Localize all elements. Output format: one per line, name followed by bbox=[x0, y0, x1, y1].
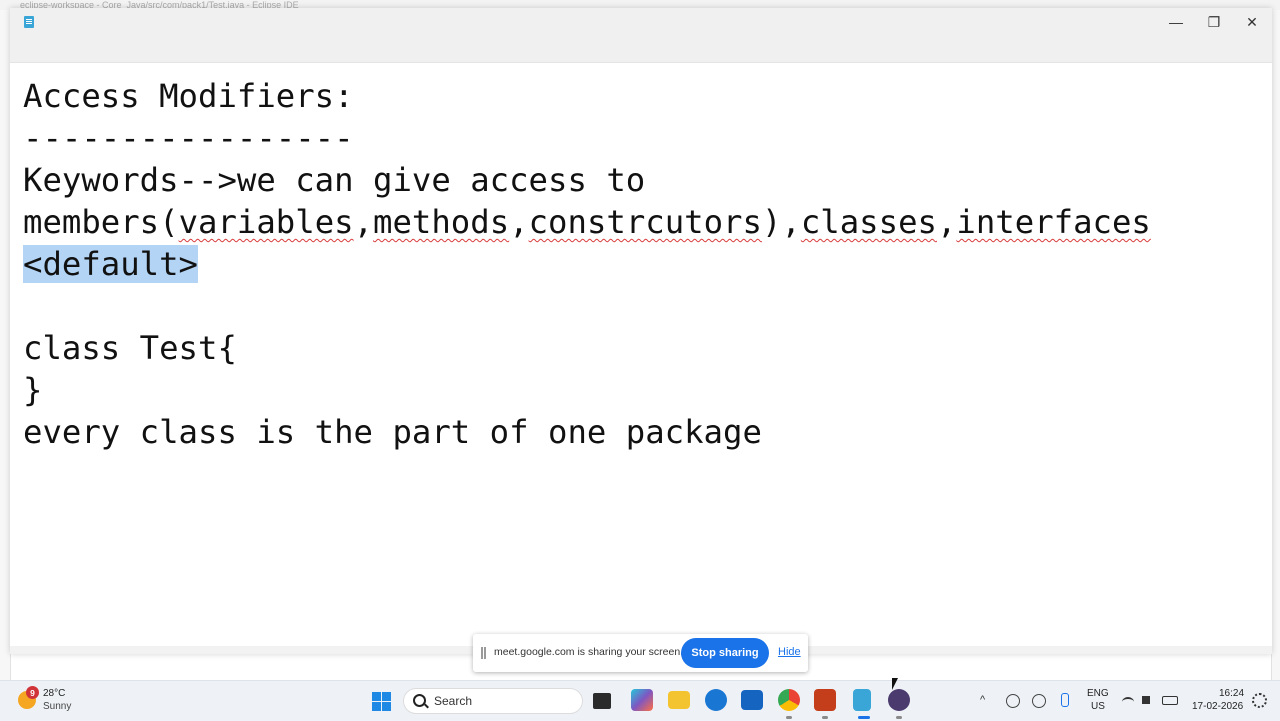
word-constrcutors: constrcutors bbox=[528, 203, 762, 241]
word-members: members bbox=[23, 203, 160, 241]
punct-open-paren: ( bbox=[159, 203, 179, 241]
punct-close-paren: ), bbox=[761, 203, 801, 241]
battery-icon[interactable] bbox=[1162, 696, 1178, 705]
powerpoint-icon[interactable] bbox=[814, 689, 836, 719]
chevron-up-icon[interactable]: ^ bbox=[980, 694, 985, 706]
edge-icon[interactable] bbox=[705, 689, 727, 711]
weather-condition[interactable]: Sunny bbox=[43, 701, 71, 712]
maximize-button[interactable]: ❐ bbox=[1195, 10, 1233, 34]
punct-comma: , bbox=[936, 203, 957, 241]
background-ide-right-edge bbox=[1271, 10, 1280, 680]
stop-sharing-button[interactable]: Stop sharing bbox=[681, 638, 769, 668]
taskbar: 9 28°C Sunny Search ^ ENG US 16:24 17-02… bbox=[0, 680, 1280, 721]
editor-line-7: class Test{ bbox=[23, 329, 237, 367]
chrome-icon[interactable] bbox=[778, 689, 800, 719]
clock-time[interactable]: 16:24 bbox=[1219, 688, 1244, 699]
notepad-icon bbox=[24, 16, 34, 28]
editor-line-5: <default> bbox=[23, 243, 198, 285]
screen-share-bar: meet.google.com is sharing your screen. … bbox=[473, 634, 808, 672]
clock-date[interactable]: 17-02-2026 bbox=[1192, 701, 1243, 712]
close-button[interactable]: ✕ bbox=[1233, 10, 1271, 34]
language-label[interactable]: ENG bbox=[1087, 688, 1109, 699]
editor-line-4: members(variables,methods,constrcutors),… bbox=[23, 201, 1151, 243]
file-explorer-icon[interactable] bbox=[668, 691, 690, 709]
eclipse-icon[interactable] bbox=[888, 689, 910, 719]
word-variables: variables bbox=[178, 203, 354, 241]
selected-text: <default> bbox=[23, 245, 198, 283]
word-interfaces: interfaces bbox=[956, 203, 1151, 241]
store-icon[interactable] bbox=[741, 690, 763, 710]
editor-line-1: Access Modifiers: bbox=[23, 77, 354, 115]
microphone-icon[interactable] bbox=[1061, 693, 1069, 707]
file-manager-icon[interactable] bbox=[593, 693, 611, 709]
weather-temp[interactable]: 28°C bbox=[43, 688, 65, 699]
punct-comma: , bbox=[353, 203, 374, 241]
hide-link[interactable]: Hide bbox=[778, 646, 801, 658]
word-methods: methods bbox=[373, 203, 510, 241]
search-label: Search bbox=[434, 694, 473, 708]
editor-line-3: Keywords-->we can give access to bbox=[23, 161, 646, 199]
region-label[interactable]: US bbox=[1091, 701, 1105, 712]
notepad-icon[interactable] bbox=[853, 689, 871, 719]
editor-line-2: ----------------- bbox=[23, 119, 354, 157]
onedrive-icon[interactable] bbox=[1006, 694, 1020, 708]
notepad-titlebar[interactable]: — ❐ ✕ bbox=[10, 8, 1272, 63]
volume-icon[interactable] bbox=[1142, 696, 1150, 704]
copilot-icon[interactable] bbox=[631, 689, 653, 711]
settings-gear-icon[interactable] bbox=[1252, 693, 1267, 708]
share-message: meet.google.com is sharing your screen. bbox=[494, 646, 684, 658]
weather-badge: 9 bbox=[26, 686, 39, 699]
start-icon[interactable] bbox=[372, 692, 391, 711]
text-editor[interactable]: Access Modifiers: ----------------- Keyw… bbox=[10, 63, 1272, 654]
search-icon bbox=[413, 694, 426, 707]
word-classes: classes bbox=[800, 203, 937, 241]
mouse-cursor-icon bbox=[892, 678, 898, 690]
notepad-window: — ❐ ✕ Access Modifiers: ----------------… bbox=[10, 8, 1272, 654]
wifi-icon[interactable] bbox=[1122, 697, 1134, 707]
taskbar-search[interactable]: Search bbox=[403, 688, 583, 714]
editor-line-9: every class is the part of one package bbox=[23, 413, 762, 451]
punct-comma: , bbox=[509, 203, 529, 241]
sync-icon[interactable] bbox=[1032, 694, 1046, 708]
minimize-button[interactable]: — bbox=[1157, 10, 1195, 34]
drag-handle-icon[interactable] bbox=[481, 647, 486, 659]
editor-line-8: } bbox=[23, 371, 43, 409]
